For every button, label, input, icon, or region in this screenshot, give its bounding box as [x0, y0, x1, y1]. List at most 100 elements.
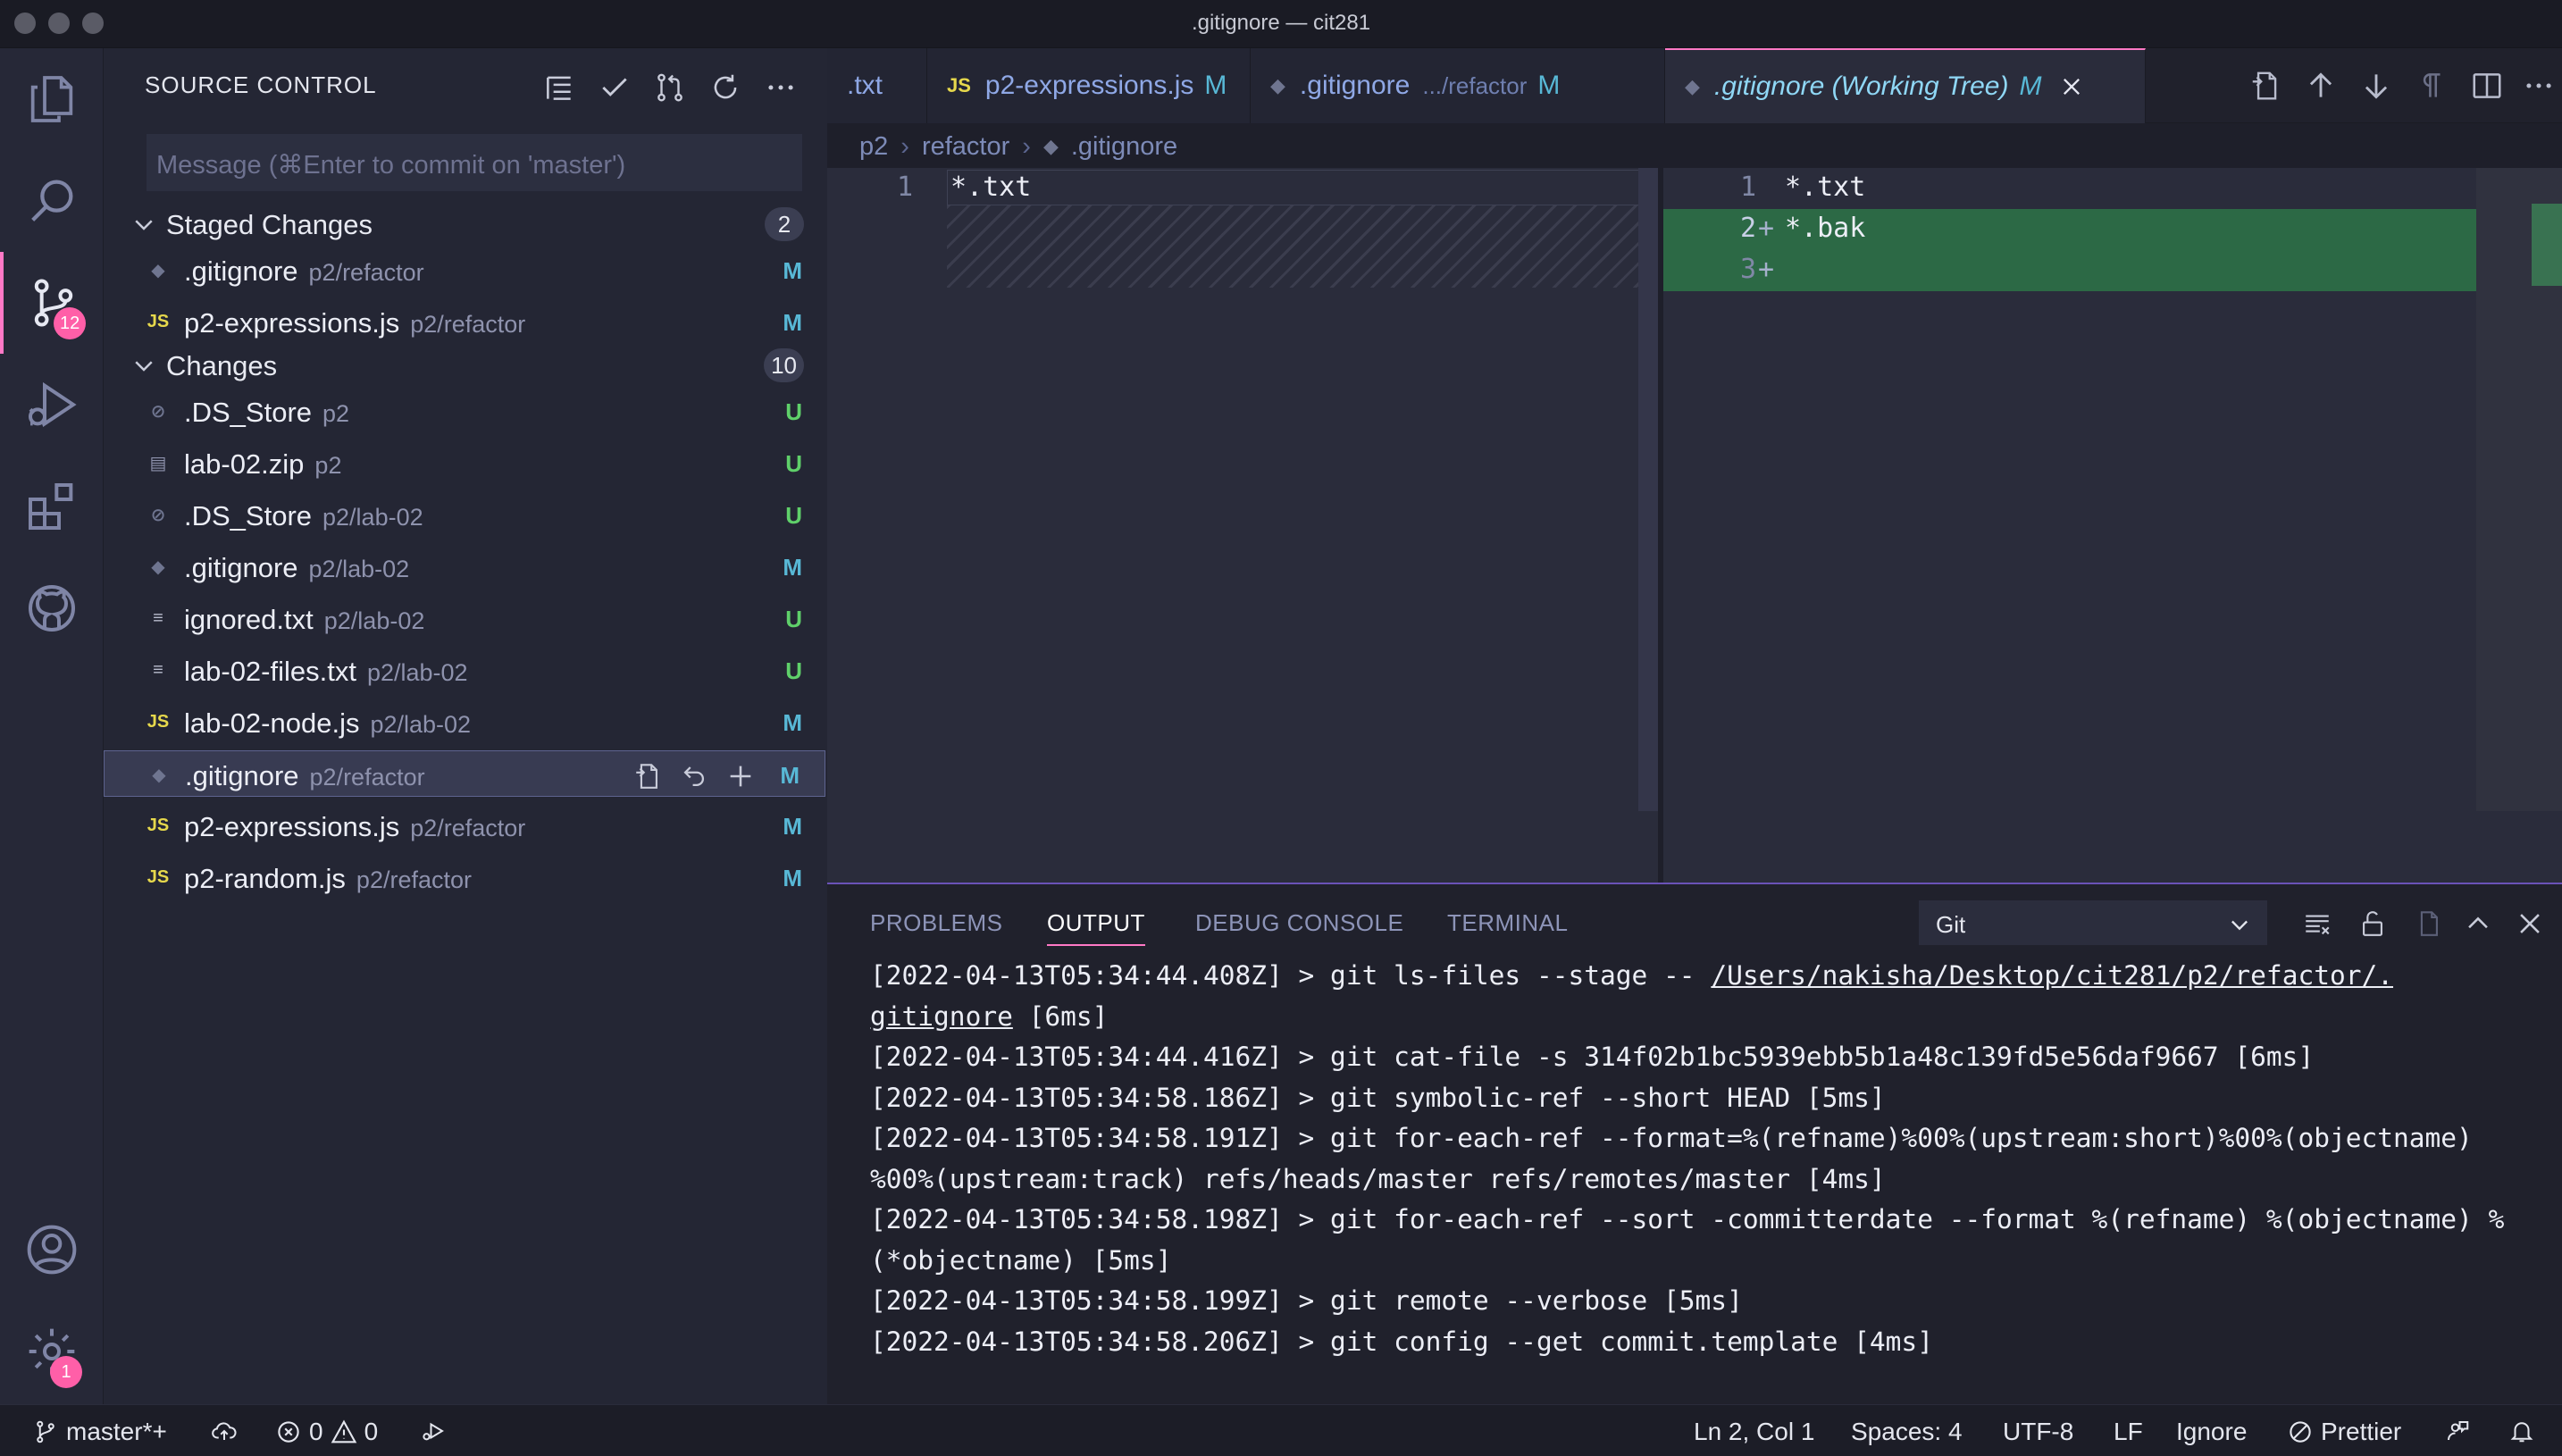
commit-button[interactable] [593, 66, 636, 109]
file-name: .DS_Store p2/lab-02 [184, 500, 423, 532]
view-as-tree-button[interactable] [538, 66, 581, 109]
debug-icon [423, 1422, 444, 1441]
close-panel-button[interactable] [2510, 904, 2549, 943]
language-mode[interactable]: Ignore [2176, 1418, 2247, 1446]
stage-changes-button[interactable] [723, 758, 758, 794]
previous-change-button[interactable] [2299, 64, 2342, 107]
file-row[interactable]: ◆ .gitignore p2/refactor M [104, 247, 827, 293]
more-actions-button[interactable] [759, 66, 802, 109]
diff-original-pane[interactable]: 1 *.txt [827, 168, 1658, 883]
cursor-position[interactable]: Ln 2, Col 1 [1694, 1418, 1814, 1446]
git-status-letter: M [783, 257, 802, 284]
refresh-icon [714, 74, 737, 99]
file-name: .gitignore p2/lab-02 [184, 552, 409, 584]
open-log-file-button[interactable] [2408, 904, 2448, 943]
tab-problems[interactable]: PROBLEMS [870, 909, 1003, 937]
explorer-button[interactable] [0, 48, 104, 150]
text-file-icon: ≡ [153, 607, 163, 628]
debug-button[interactable] [420, 1418, 447, 1444]
extensions-button[interactable] [0, 456, 104, 557]
run-debug-button[interactable] [0, 354, 104, 456]
split-editor-button[interactable] [2466, 64, 2508, 107]
file-row[interactable]: JS p2-expressions.js p2/refactor M [104, 298, 827, 345]
file-row[interactable]: ◆ .gitignore p2/refactor M [104, 750, 825, 797]
tab-gitignore-refactor[interactable]: ◆ .gitignore .../refactor M [1251, 48, 1665, 123]
file-row[interactable]: ≡ lab-02-files.txt p2/lab-02 U [104, 647, 827, 693]
branch-status[interactable]: master*+ [32, 1418, 167, 1446]
tab-label: .txt [847, 71, 883, 100]
file-row[interactable]: ◆ .gitignore p2/lab-02 M [104, 543, 827, 590]
added-line-highlight [1663, 250, 2503, 291]
source-control-button[interactable]: 12 [0, 252, 104, 354]
tab-txt[interactable]: .txt [827, 48, 927, 123]
code-line: *.txt [950, 172, 1032, 203]
log-file-link[interactable]: /Users/nakisha/Desktop/cit281/p2/refacto… [1711, 960, 2393, 991]
commit-message-input[interactable]: Message (⌘Enter to commit on 'master') [147, 134, 802, 191]
search-button[interactable] [0, 150, 104, 252]
editor-more-actions-button[interactable] [2517, 64, 2560, 107]
indentation[interactable]: Spaces: 4 [1851, 1418, 1963, 1446]
clear-output-button[interactable] [2298, 904, 2337, 943]
breadcrumb-item[interactable]: refactor [922, 132, 1009, 162]
file-row[interactable]: ▤ lab-02.zip p2 U [104, 439, 827, 486]
pull-request-icon [657, 73, 682, 102]
git-status-letter: U [785, 502, 802, 529]
tab-label: .gitignore (Working Tree) [1713, 71, 2009, 101]
branch-name: master*+ [66, 1418, 167, 1445]
accounts-button[interactable] [0, 1199, 104, 1301]
tab-terminal[interactable]: TERMINAL [1447, 909, 1568, 937]
output-log[interactable]: [2022-04-13T05:34:44.408Z] > git ls-file… [870, 956, 2549, 1362]
refresh-button[interactable] [704, 66, 747, 109]
chevron-down-icon [2231, 920, 2248, 931]
lock-scroll-button[interactable] [2353, 904, 2392, 943]
problems-status[interactable]: 0 0 [275, 1418, 378, 1446]
maximize-panel-button[interactable] [2458, 904, 2498, 943]
diff-modified-pane[interactable]: 1 *.txt 2 + *.bak 3 + [1663, 168, 2562, 883]
output-channel-select[interactable]: Git [1919, 900, 2267, 945]
open-file-icon [636, 764, 657, 789]
tab-p2-expressions[interactable]: JS p2-expressions.js M [927, 48, 1251, 123]
eye-slash-icon: ⊘ [150, 505, 166, 525]
prettier-status[interactable]: Prettier [2287, 1418, 2401, 1446]
feedback-button[interactable] [2444, 1418, 2471, 1444]
file-row[interactable]: JS p2-random.js p2/refactor M [104, 854, 827, 900]
breadcrumb-item[interactable]: .gitignore [1071, 132, 1177, 162]
tab-modified-flag: M [1537, 71, 1561, 100]
added-marker: + [1758, 213, 1775, 244]
file-name: lab-02.zip p2 [184, 448, 341, 481]
tab-debug-console[interactable]: DEBUG CONSOLE [1195, 909, 1403, 937]
log-file-link[interactable]: gitignore [870, 1001, 1013, 1032]
file-row[interactable]: ⊘ .DS_Store p2/lab-02 U [104, 491, 827, 538]
publish-button[interactable] [211, 1418, 238, 1444]
text-file-icon: ≡ [153, 659, 163, 680]
create-pull-request-button[interactable] [649, 66, 691, 109]
breadcrumb-item[interactable]: p2 [859, 132, 888, 162]
file-name: ignored.txt p2/lab-02 [184, 604, 424, 636]
log-line: [6ms] [1012, 1000, 1109, 1032]
file-row[interactable]: JS lab-02-node.js p2/lab-02 M [104, 699, 827, 745]
encoding[interactable]: UTF-8 [2003, 1418, 2073, 1446]
end-of-line[interactable]: LF [2114, 1418, 2143, 1446]
github-button[interactable] [0, 557, 104, 659]
notifications-button[interactable] [2508, 1418, 2535, 1444]
tab-output[interactable]: OUTPUT [1047, 909, 1145, 946]
open-file-button[interactable] [630, 758, 666, 794]
discard-changes-button[interactable] [676, 758, 712, 794]
added-marker: + [1758, 254, 1775, 285]
tree-view-icon [547, 76, 571, 100]
tab-gitignore-working-tree[interactable]: ◆ .gitignore (Working Tree) M [1665, 48, 2146, 123]
file-row[interactable]: ⊘ .DS_Store p2 U [104, 388, 827, 434]
show-whitespace-button[interactable] [2410, 64, 2453, 107]
changes-group[interactable]: Changes 10 [104, 341, 827, 388]
open-file-button[interactable] [2244, 64, 2287, 107]
file-row[interactable]: ≡ ignored.txt p2/lab-02 U [104, 595, 827, 641]
manage-button[interactable]: 1 [0, 1301, 104, 1402]
staged-changes-group[interactable]: Staged Changes 2 [104, 200, 827, 247]
vertical-scrollbar[interactable] [1638, 168, 1658, 811]
line-number: 2 [1740, 213, 1757, 244]
file-name-text: ignored.txt [184, 604, 314, 635]
file-row[interactable]: JS p2-expressions.js p2/refactor M [104, 802, 827, 849]
checkmark-icon [602, 78, 627, 96]
next-change-button[interactable] [2355, 64, 2398, 107]
close-icon[interactable] [2059, 74, 2084, 99]
